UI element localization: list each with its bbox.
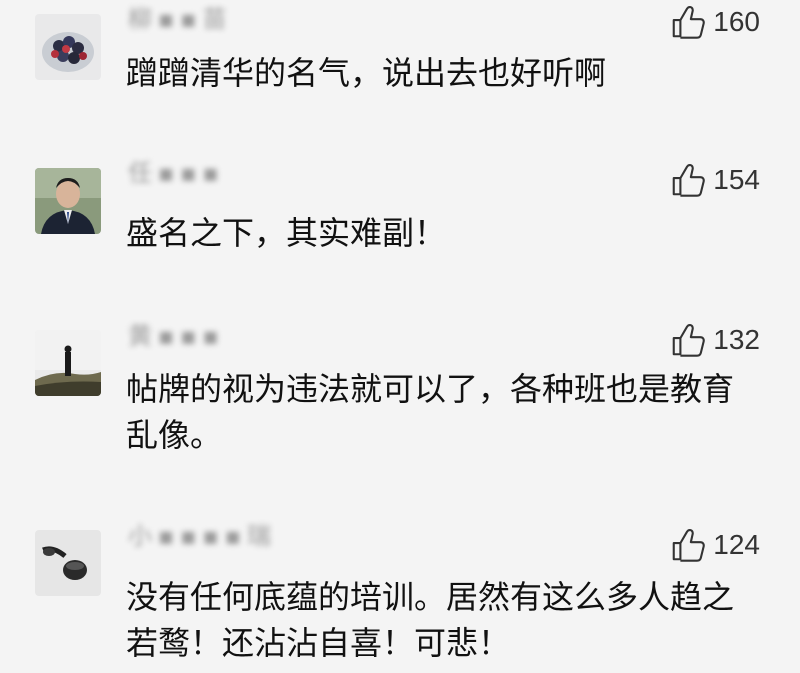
like-button[interactable]: 124 [669, 525, 760, 565]
like-button[interactable]: 160 [669, 2, 760, 42]
comment-text: 盛名之下，其实难副！ [126, 214, 447, 252]
thumbs-up-icon [672, 6, 706, 39]
like-count: 154 [713, 164, 760, 195]
username[interactable]: 任▪▪▪ [128, 161, 225, 185]
comment-text: 没有任何底蕴的培训。居然有这么多人趋之若鹜！还沾沾自喜！可悲！ [126, 578, 735, 662]
like-count: 160 [713, 6, 760, 37]
berries-photo-icon [35, 14, 101, 80]
person-on-hill-photo-icon [35, 330, 101, 396]
username[interactable]: 黄▪▪▪ [128, 324, 225, 348]
thumbs-up-icon [672, 324, 706, 357]
username[interactable]: 柳▪▪苗 [128, 7, 233, 31]
like-count: 132 [713, 324, 760, 355]
avatar[interactable] [35, 330, 101, 396]
comment-text: 蹭蹭清华的名气，说出去也好听啊 [126, 54, 607, 92]
pipe-photo-icon [35, 530, 101, 596]
like-button[interactable]: 132 [669, 320, 760, 360]
avatar[interactable] [35, 530, 101, 596]
thumbs-up-icon [672, 529, 706, 562]
avatar[interactable] [35, 14, 101, 80]
like-count: 124 [713, 529, 760, 560]
like-button[interactable]: 154 [669, 160, 760, 200]
comment-text: 帖牌的视为违法就可以了，各种班也是教育乱像。 [126, 370, 735, 454]
avatar[interactable] [35, 168, 101, 234]
man-portrait-photo-icon [35, 168, 101, 234]
username[interactable]: 小▪▪▪▪瑞 [128, 524, 277, 548]
thumbs-up-icon [672, 164, 706, 197]
